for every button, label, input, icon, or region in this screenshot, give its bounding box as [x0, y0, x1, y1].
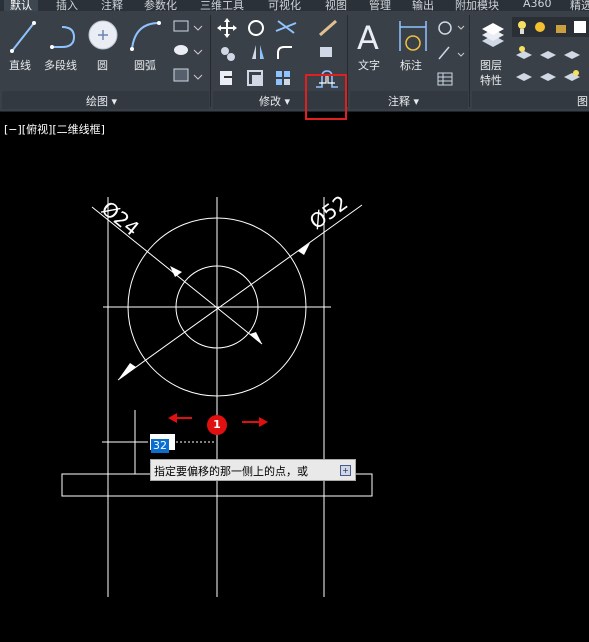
polyline-icon[interactable]	[48, 17, 82, 55]
tab-featured[interactable]: 精选	[570, 0, 589, 11]
dim-arrow	[118, 363, 136, 380]
layers-panel-title[interactable]: 图	[577, 93, 588, 109]
layer-dropdown[interactable]	[512, 17, 589, 37]
layer-state-icons	[518, 21, 586, 34]
modify-panel-title[interactable]: 修改 ▾	[259, 93, 290, 109]
text-label[interactable]: 文字	[358, 57, 380, 73]
arc-label[interactable]: 圆弧	[134, 57, 156, 73]
tab-parametric[interactable]: 参数化	[144, 0, 177, 11]
tab-3d-tools[interactable]: 三维工具	[200, 0, 244, 11]
tab-visualize[interactable]: 可视化	[268, 0, 301, 11]
panel-separator	[210, 15, 211, 107]
layer-properties-icon[interactable]	[478, 17, 508, 55]
leader-icon	[438, 21, 452, 35]
copy-icon	[221, 47, 235, 61]
dynamic-input-value[interactable]: 32	[151, 439, 169, 453]
layer-properties-label-1[interactable]: 图层	[480, 57, 502, 73]
svg-text:A: A	[357, 19, 379, 55]
ribbon: 直线 多段线 圆 圆弧 绘图 ▾ 修改 ▾ A 文字 标注 注释 ▾ 图层 特性…	[0, 11, 589, 120]
dim-line-large	[117, 204, 363, 381]
offset-highlight-box	[305, 74, 347, 120]
command-prompt-tooltip: 指定要偏移的那一侧上的点，或 +	[150, 459, 356, 481]
annotation-small-tools	[437, 21, 465, 86]
circle-icon[interactable]	[87, 17, 119, 55]
layers-panel-title-bar	[472, 91, 589, 109]
move-icon	[217, 18, 237, 38]
tab-default[interactable]: 默认	[4, 0, 38, 11]
dim-text-small: Ø24	[97, 196, 144, 241]
left-arrow-icon	[168, 413, 177, 423]
dynamic-input-field[interactable]: 32	[150, 434, 175, 453]
prompt-text: 指定要偏移的那一侧上的点，或	[154, 465, 308, 478]
tab-insert[interactable]: 插入	[56, 0, 78, 11]
viewport-controls[interactable]: [−][俯视][二维线框]	[4, 121, 105, 137]
circle-label[interactable]: 圆	[97, 57, 108, 73]
draw-small-tools	[173, 20, 203, 82]
tab-view[interactable]: 视图	[325, 0, 347, 11]
step-badge: 1	[207, 415, 227, 435]
right-arrow-icon	[259, 417, 268, 427]
dim-arrow	[170, 266, 182, 277]
erase-icon	[319, 19, 337, 37]
panel-separator	[347, 15, 348, 107]
region-icon	[173, 68, 189, 82]
layer-small-tools	[516, 46, 580, 81]
line-icon[interactable]	[8, 17, 38, 55]
polyline-label[interactable]: 多段线	[44, 57, 77, 73]
rectangle-icon	[173, 20, 189, 32]
ribbon-tabs: 默认 插入 注释 参数化 三维工具 可视化 视图 管理 输出 附加模块 A360…	[0, 0, 589, 11]
dimension-icon[interactable]	[396, 17, 430, 55]
tab-manage[interactable]: 管理	[369, 0, 391, 11]
dimension-label[interactable]: 标注	[400, 57, 422, 73]
multileader-icon	[438, 46, 450, 60]
dim-arrow	[298, 243, 310, 255]
annotation-panel-title[interactable]: 注释 ▾	[388, 93, 419, 109]
tab-addins[interactable]: 附加模块	[455, 0, 499, 11]
hatch-icon	[174, 45, 188, 55]
array-icon	[276, 71, 290, 85]
table-icon	[437, 72, 453, 86]
tab-a360[interactable]: A360	[523, 0, 552, 10]
dim-arrow	[250, 332, 262, 344]
inner-circle	[175, 265, 259, 349]
mirror-icon	[252, 45, 264, 59]
draw-panel-title[interactable]: 绘图 ▾	[86, 93, 117, 109]
outer-circle	[127, 217, 307, 397]
explode-icon	[320, 47, 332, 57]
tab-annotate[interactable]: 注释	[101, 0, 123, 11]
tab-output[interactable]: 输出	[412, 0, 434, 11]
trim-icon	[275, 20, 297, 34]
text-icon[interactable]: A	[354, 17, 388, 55]
stretch-icon	[220, 71, 232, 85]
dim-line-small	[91, 206, 263, 345]
panel-separator	[469, 15, 470, 107]
arc-icon[interactable]	[127, 17, 163, 55]
scale-icon	[247, 70, 263, 86]
prompt-options-button[interactable]: +	[340, 465, 351, 476]
dim-text-large: Ø52	[305, 190, 352, 234]
layer-properties-label-2[interactable]: 特性	[480, 72, 502, 88]
rotate-icon	[248, 20, 264, 36]
line-label[interactable]: 直线	[9, 57, 31, 73]
fillet-icon	[277, 46, 292, 59]
